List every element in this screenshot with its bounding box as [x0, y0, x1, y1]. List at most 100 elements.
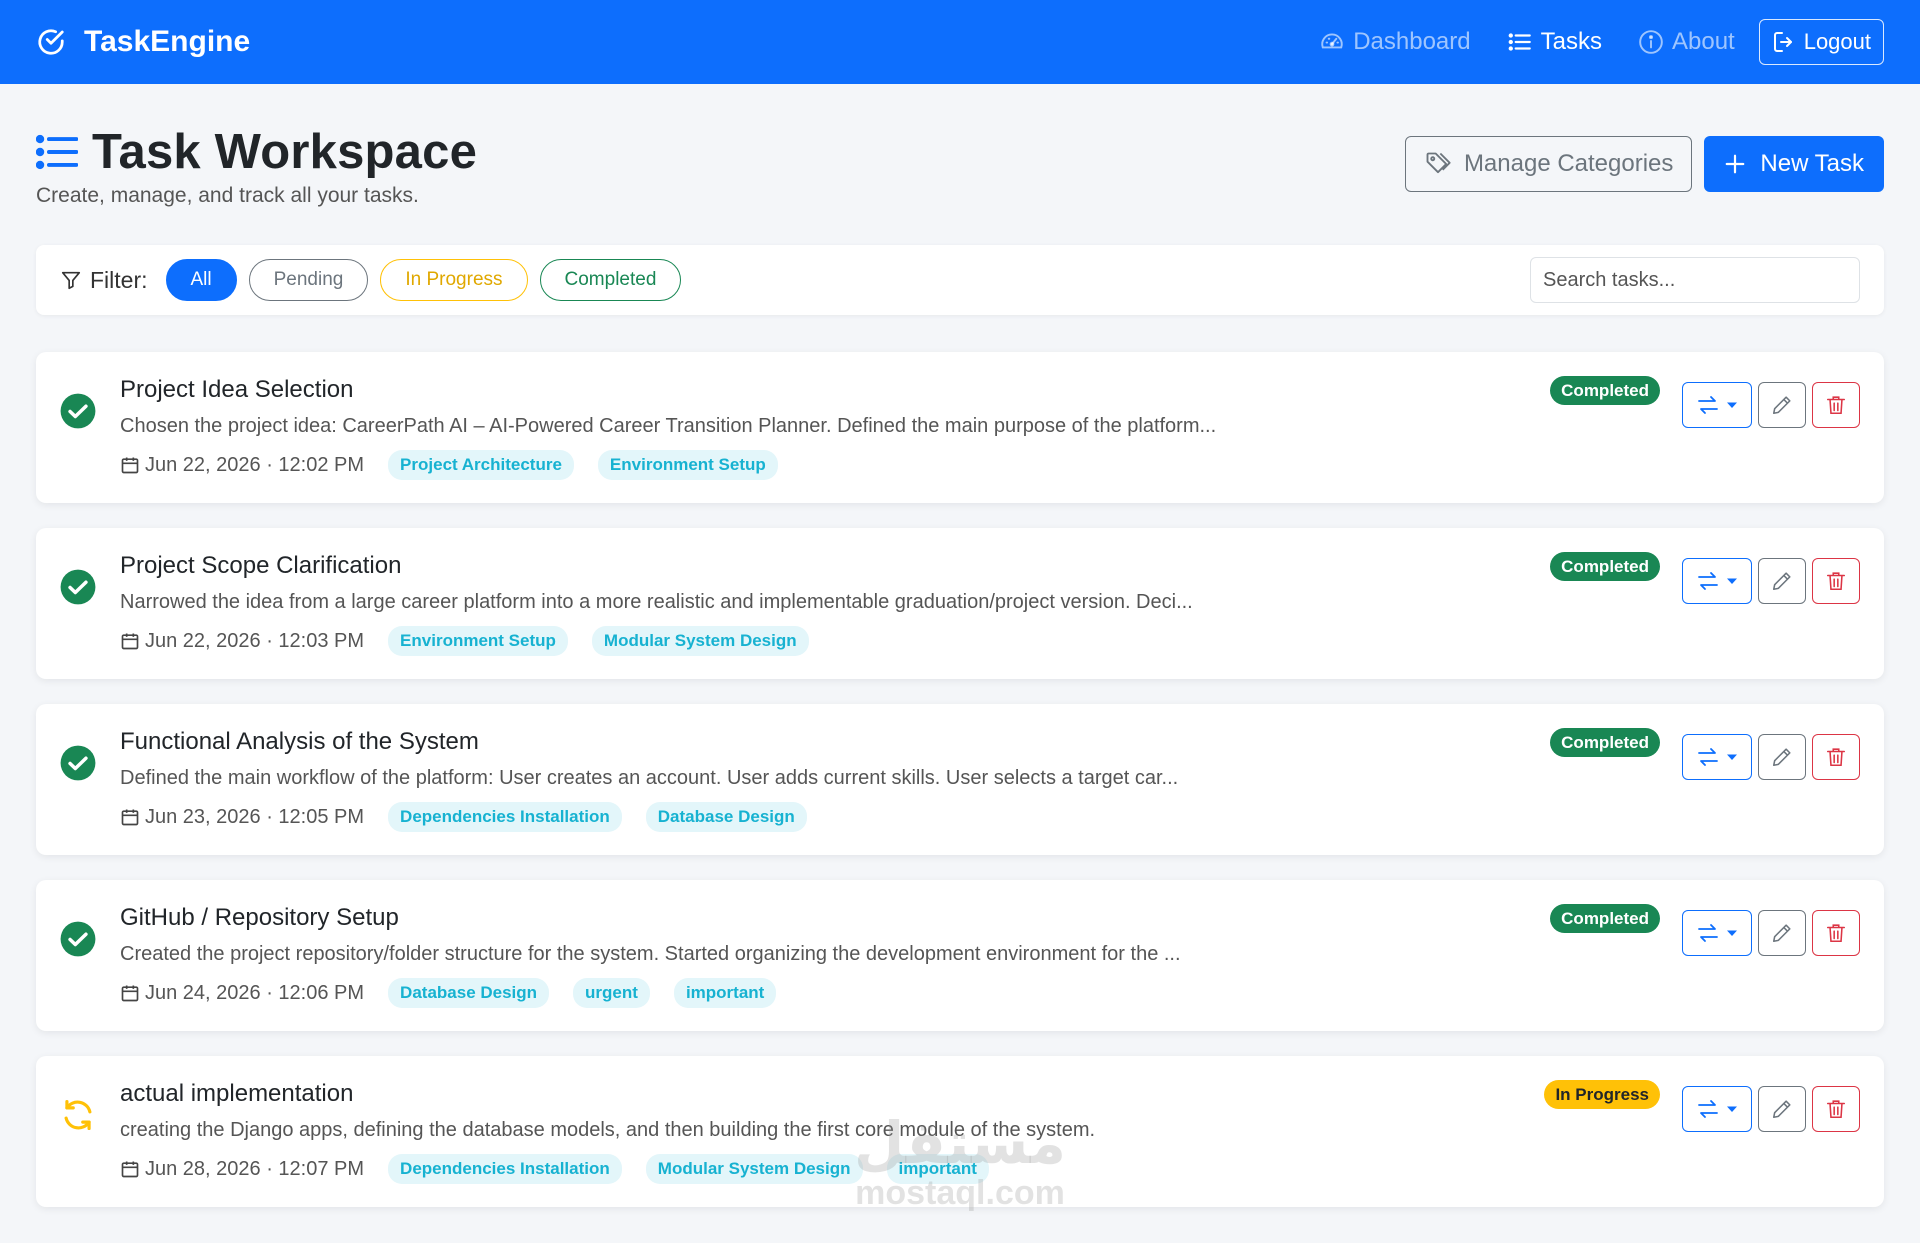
arrow-repeat-icon [64, 1099, 92, 1131]
caret-down-icon [1727, 1106, 1737, 1112]
calendar-icon [121, 633, 139, 650]
filter-pending-button[interactable]: Pending [248, 259, 369, 301]
task-tags: Environment Setup Modular System Design [388, 626, 833, 656]
status-icon [59, 1096, 97, 1134]
task-card[interactable]: Project Scope Clarification Narrowed the… [36, 528, 1884, 679]
nav-link-dashboard[interactable]: Dashboard [1319, 28, 1471, 56]
task-title[interactable]: GitHub / Repository Setup [120, 904, 399, 932]
header-actions: Manage Categories New Task [1404, 136, 1884, 192]
task-title[interactable]: Project Idea Selection [120, 376, 353, 404]
funnel-icon [61, 271, 81, 290]
caret-down-icon [1727, 930, 1737, 936]
delete-task-button[interactable] [1812, 910, 1860, 956]
check-circle-fill-icon [60, 745, 96, 781]
category-tag: important [673, 978, 777, 1008]
task-card[interactable]: GitHub / Repository Setup Created the pr… [36, 880, 1884, 1031]
plus-icon [1726, 154, 1745, 174]
check-circle-icon [38, 29, 64, 55]
task-card[interactable]: Functional Analysis of the System Define… [36, 704, 1884, 855]
list-icon [36, 134, 78, 170]
delete-task-button[interactable] [1812, 382, 1860, 428]
task-title[interactable]: Functional Analysis of the System [120, 728, 479, 756]
task-date-text: Jun 22, 2026 · 12:03 PM [145, 629, 365, 652]
task-title[interactable]: Project Scope Clarification [120, 552, 401, 580]
nav-link-about[interactable]: About [1638, 28, 1735, 56]
category-tag: Database Design [645, 802, 807, 832]
category-tag: Database Design [388, 978, 550, 1008]
logout-label: Logout [1803, 29, 1871, 54]
change-status-button[interactable] [1682, 734, 1752, 780]
task-meta: Jun 24, 2026 · 12:06 PM Database Design u… [120, 978, 800, 1008]
calendar-icon [121, 809, 139, 826]
pencil-icon [1772, 924, 1791, 943]
delete-task-button[interactable] [1812, 558, 1860, 604]
status-badge: In Progress [1544, 1080, 1660, 1109]
category-tag: Modular System Design [591, 626, 809, 656]
trash-icon [1826, 748, 1846, 767]
new-task-label: New Task [1760, 150, 1864, 177]
nav-links: Dashboard Tasks About Logout [1283, 19, 1884, 65]
trash-icon [1826, 572, 1846, 591]
edit-task-button[interactable] [1758, 734, 1806, 780]
info-circle-icon [1639, 30, 1663, 54]
category-tag: urgent [573, 978, 650, 1008]
arrow-left-right-icon [1698, 1100, 1718, 1118]
brand-name: TaskEngine [84, 25, 251, 58]
task-date-text: Jun 22, 2026 · 12:02 PM [145, 453, 365, 476]
caret-down-icon [1727, 578, 1737, 584]
category-tag: Dependencies Installation [388, 802, 622, 832]
task-description: Narrowed the idea from a large career pl… [120, 591, 1193, 613]
caret-down-icon [1727, 754, 1737, 760]
nav-link-tasks[interactable]: Tasks [1507, 28, 1602, 56]
arrow-left-right-icon [1698, 924, 1718, 942]
task-actions [1676, 910, 1860, 956]
pencil-icon [1772, 572, 1791, 591]
task-list: Project Idea Selection Chosen the projec… [36, 352, 1884, 1232]
logout-icon [1773, 32, 1792, 52]
edit-task-button[interactable] [1758, 1086, 1806, 1132]
task-card[interactable]: Project Idea Selection Chosen the projec… [36, 352, 1884, 503]
arrow-left-right-icon [1698, 396, 1718, 414]
delete-task-button[interactable] [1812, 734, 1860, 780]
status-icon [59, 920, 97, 958]
watermark: مستقل mostaql.com [845, 1112, 1075, 1212]
task-title[interactable]: actual implementation [120, 1080, 353, 1108]
filter-completed-button[interactable]: Completed [539, 259, 682, 301]
change-status-button[interactable] [1682, 910, 1752, 956]
delete-task-button[interactable] [1812, 1086, 1860, 1132]
task-description: Chosen the project idea: CareerPath AI –… [120, 415, 1217, 437]
filter-in-progress-button[interactable]: In Progress [380, 259, 528, 301]
arrow-left-right-icon [1698, 748, 1718, 766]
edit-task-button[interactable] [1758, 910, 1806, 956]
filter-all-button[interactable]: All [165, 259, 237, 301]
category-tag: Modular System Design [645, 1154, 863, 1184]
task-meta: Jun 22, 2026 · 12:02 PM Project Architec… [120, 450, 802, 480]
edit-task-button[interactable] [1758, 382, 1806, 428]
status-badge: Completed [1550, 552, 1660, 581]
brand[interactable]: TaskEngine [36, 25, 250, 59]
pencil-icon [1772, 396, 1791, 415]
status-badge: Completed [1550, 376, 1660, 405]
check-circle-fill-icon [60, 921, 96, 957]
change-status-button[interactable] [1682, 382, 1752, 428]
calendar-icon [121, 1161, 139, 1178]
task-date-text: Jun 28, 2026 · 12:07 PM [145, 1157, 365, 1180]
task-actions [1676, 734, 1860, 780]
task-actions [1676, 382, 1860, 428]
new-task-button[interactable]: New Task [1704, 136, 1884, 192]
manage-categories-button[interactable]: Manage Categories [1404, 136, 1693, 192]
change-status-button[interactable] [1682, 1086, 1752, 1132]
task-description: Defined the main workflow of the platfor… [120, 767, 1179, 789]
speedometer-icon [1321, 33, 1343, 49]
caret-down-icon [1727, 402, 1737, 408]
page-header: Task Workspace Create, manage, and track… [36, 124, 1884, 214]
logout-button[interactable]: Logout [1758, 19, 1884, 65]
filter-bar: Filter: All Pending In Progress Complete… [36, 245, 1884, 315]
task-date-text: Jun 24, 2026 · 12:06 PM [145, 981, 365, 1004]
search-input[interactable] [1530, 257, 1860, 303]
task-date: Jun 23, 2026 · 12:05 PM [120, 806, 364, 829]
tags-icon [1426, 152, 1451, 174]
change-status-button[interactable] [1682, 558, 1752, 604]
check-circle-fill-icon [60, 393, 96, 429]
edit-task-button[interactable] [1758, 558, 1806, 604]
